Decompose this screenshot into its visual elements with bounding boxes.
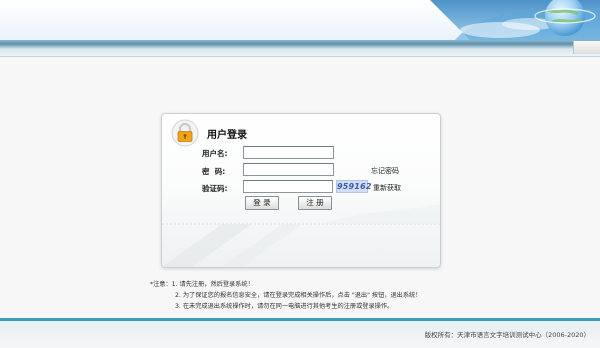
username-input[interactable] [243, 146, 334, 159]
footer: 版权所有：天津市语言文字培训测试中心（2006-2020） [0, 321, 600, 348]
lock-icon [171, 119, 199, 147]
refresh-captcha-link[interactable]: 重新获取 [373, 183, 401, 193]
forgot-password-link[interactable]: 忘记密码 [371, 166, 399, 176]
password-input[interactable] [243, 163, 334, 176]
nav-bar [0, 40, 600, 57]
captcha-label: 验证码: [202, 184, 228, 193]
notice-line-1: *注意：1. 请先注册，然后登录系统！ [150, 281, 254, 288]
captcha-image[interactable]: 959162 [336, 180, 371, 193]
notice-line-2: 2. 为了保证您的报名信息安全，请在登录完成相关操作后，点击 "退出" 按钮，退… [175, 292, 422, 299]
nav-bar-slot [573, 41, 600, 54]
login-title: 用户登录 [207, 130, 247, 141]
header-banner [0, 0, 600, 40]
login-panel: 用户登录 用户名: 密 码: 忘记密码 验证码: 959162 重新获取 登 录… [161, 113, 441, 268]
password-label: 密 码: [202, 167, 226, 176]
notice-line-3: 3. 在未完成退出系统操作时，请勿在同一电脑进行其他考生的注册或登录操作。 [175, 303, 394, 310]
register-button[interactable]: 注 册 [298, 196, 332, 210]
globe-decoration [430, 0, 600, 40]
username-label: 用户名: [202, 149, 228, 158]
copyright-text: 版权所有：天津市语言文字培训测试中心（2006-2020） [424, 331, 590, 339]
captcha-input[interactable] [243, 180, 333, 193]
login-button[interactable]: 登 录 [245, 196, 279, 210]
